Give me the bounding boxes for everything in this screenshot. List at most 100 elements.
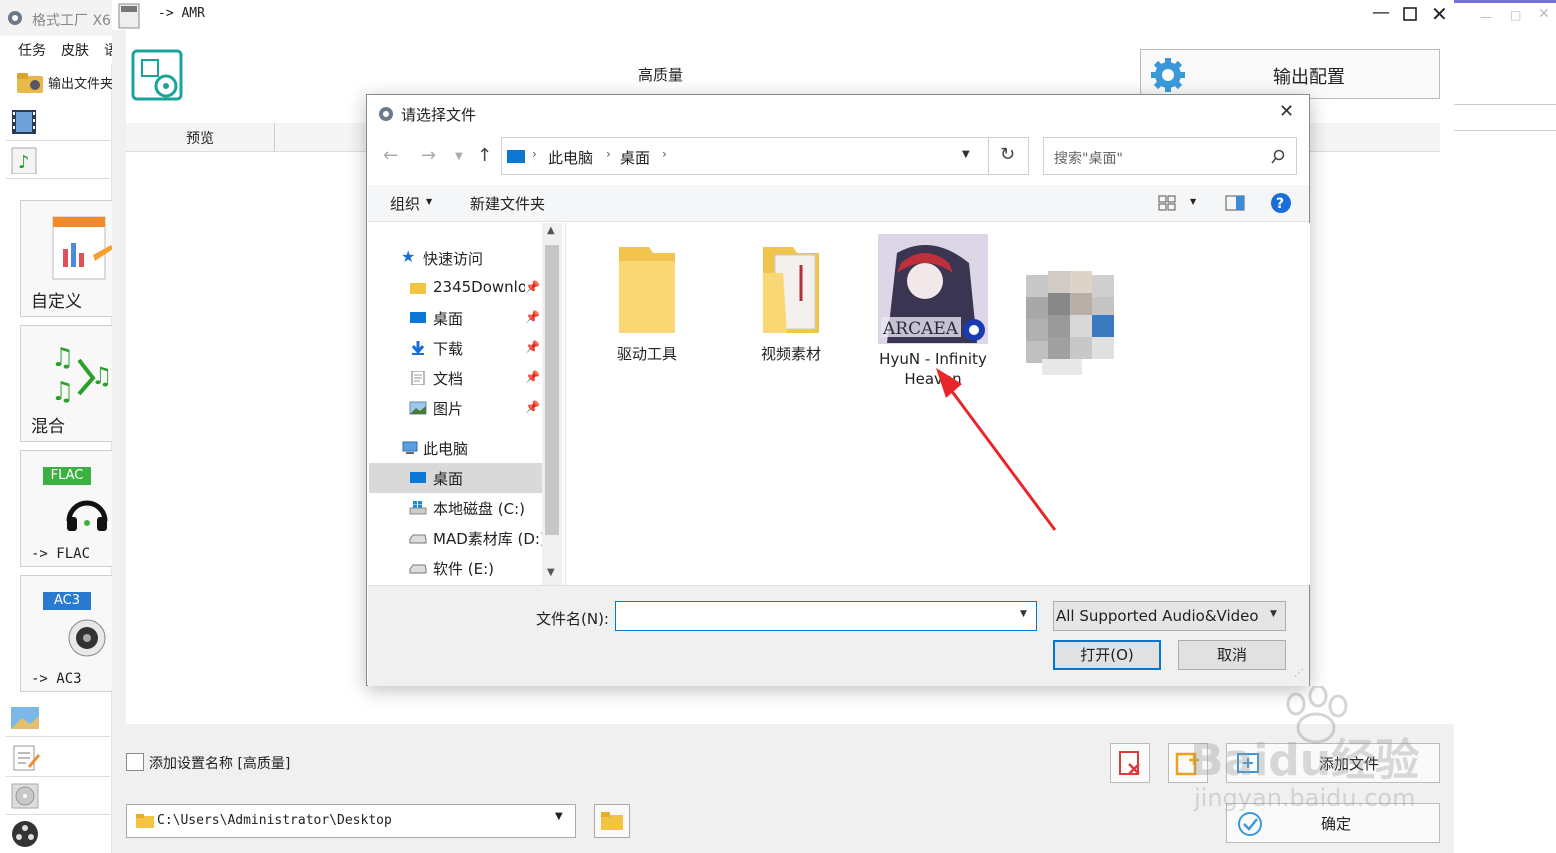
dialog-close-button[interactable]: ✕	[1279, 101, 1294, 122]
document-icon	[411, 371, 425, 385]
tile-ac3[interactable]: AC3 -> AC3	[20, 575, 114, 692]
nav-item-drive-d[interactable]: MAD素材库 (D:)	[369, 523, 543, 553]
scrollbar-thumb[interactable]	[545, 245, 559, 535]
chevron-down-icon[interactable]: ▼	[1020, 609, 1027, 619]
category-audio[interactable]: ♪	[6, 142, 110, 179]
ok-label: 确定	[1321, 815, 1352, 833]
output-config-button[interactable]: 输出配置	[1140, 49, 1440, 99]
category-video[interactable]	[6, 104, 110, 141]
nav-label: 2345Downloads	[433, 278, 525, 296]
nav-label: 文档	[433, 370, 464, 388]
output-folder-label: 输出文件夹	[48, 77, 114, 92]
file-item-video[interactable]: ARCAEA HyuN - Infinity Heaven	[868, 233, 998, 389]
pin-icon: 📌	[525, 370, 540, 384]
nav-label: 图片	[433, 400, 464, 418]
blurred-thumbnail-icon	[1026, 271, 1114, 375]
organize-menu[interactable]: 组织	[390, 193, 420, 214]
view-mode-icon[interactable]	[1158, 195, 1176, 211]
close-button[interactable]: ✕	[1431, 2, 1448, 26]
main-app-titlebar: 格式工厂 X6	[0, 0, 112, 36]
category-document[interactable]	[6, 740, 110, 777]
breadcrumb-separator-icon: ›	[606, 147, 611, 161]
background-close-icon: ✕	[1538, 6, 1550, 22]
tile-mix[interactable]: ♫ ♫ ♫ 混合	[20, 325, 114, 442]
pin-icon: 📌	[525, 310, 540, 324]
star-icon: ★	[401, 247, 416, 266]
breadcrumb-this-pc[interactable]: 此电脑	[548, 147, 593, 168]
file-item-blurred[interactable]	[1012, 271, 1136, 385]
help-icon[interactable]: ?	[1270, 192, 1292, 214]
nav-label: 快速访问	[423, 250, 484, 268]
nav-label: 此电脑	[423, 440, 469, 458]
file-name: 驱动工具	[616, 345, 677, 363]
nav-item-documents[interactable]: 文档 📌	[369, 363, 542, 393]
menu-item-task[interactable]: 任务	[18, 40, 46, 60]
back-arrow-icon[interactable]: ←	[383, 145, 398, 166]
refresh-button[interactable]: ↻	[989, 137, 1029, 175]
minimize-button[interactable]: —	[1372, 2, 1390, 23]
refresh-icon: ↻	[1000, 144, 1016, 165]
search-box[interactable]: 搜索"桌面"	[1043, 137, 1297, 175]
search-placeholder: 搜索"桌面"	[1054, 151, 1123, 167]
svg-text:?: ?	[1276, 196, 1284, 212]
file-type-filter[interactable]: All Supported Audio&Video ▼	[1053, 601, 1286, 631]
film-reel-icon	[12, 821, 38, 847]
tile-label: -> FLAC	[31, 546, 91, 562]
up-arrow-icon[interactable]: ↑	[477, 145, 492, 166]
address-dropdown-icon[interactable]: ▼	[962, 149, 970, 160]
tile-custom[interactable]: 自定义	[20, 200, 114, 317]
tile-flac[interactable]: FLAC -> FLAC	[20, 450, 114, 567]
nav-item-drive-c[interactable]: 本地磁盘 (C:)	[369, 493, 542, 523]
nav-label: 软件 (E:)	[433, 560, 495, 578]
computer-icon	[402, 441, 418, 454]
output-path-value: C:\Users\Administrator\Desktop	[157, 813, 392, 828]
menu-item-skin[interactable]: 皮肤	[61, 40, 89, 60]
breadcrumb-desktop[interactable]: 桌面	[620, 147, 650, 168]
nav-this-pc[interactable]: 此电脑	[369, 433, 542, 463]
file-list: 驱动工具 视频素材 ARCAEA HyuN - Infinity Heaven	[565, 223, 1310, 585]
nav-item-pictures[interactable]: 图片 📌	[369, 393, 542, 423]
nav-scrollbar[interactable]: ▲ ▼	[542, 223, 562, 585]
cancel-button[interactable]: 取消	[1178, 640, 1286, 670]
address-bar[interactable]: › 此电脑 › 桌面 › ▼	[501, 137, 989, 175]
nav-item-desktop[interactable]: 桌面 📌	[369, 303, 542, 333]
scroll-up-icon[interactable]: ▲	[547, 225, 555, 236]
desktop-icon	[410, 312, 426, 323]
watermark-url: jingyan.baidu.com	[1194, 784, 1416, 812]
browse-folder-button[interactable]	[594, 804, 630, 838]
output-folder-button[interactable]: 输出文件夹	[14, 70, 114, 94]
desktop-icon	[507, 150, 525, 163]
category-image[interactable]	[6, 700, 110, 737]
recent-locations-chevron-icon[interactable]: ▼	[455, 151, 463, 162]
category-tools[interactable]	[6, 816, 110, 852]
file-item-folder[interactable]: 视频素材	[726, 241, 856, 364]
open-button[interactable]: 打开(O)	[1053, 640, 1161, 670]
filename-input[interactable]: ▼	[615, 601, 1037, 631]
new-folder-button[interactable]: 新建文件夹	[470, 193, 545, 214]
file-name: HyuN - Infinity Heaven	[879, 350, 987, 388]
resize-grip-icon[interactable]: ⋰	[1294, 668, 1304, 679]
search-icon	[1271, 149, 1285, 164]
nav-label: 桌面	[433, 470, 464, 488]
nav-item-pc-desktop[interactable]: 桌面	[369, 463, 542, 493]
nav-item-downloads[interactable]: 下载 📌	[369, 333, 542, 363]
category-rom[interactable]	[6, 778, 110, 815]
output-path-select[interactable]: C:\Users\Administrator\Desktop ▼	[126, 804, 576, 838]
amr-titlebar: -> AMR — ✕	[112, 0, 1454, 30]
svg-text:♫: ♫	[51, 377, 74, 407]
remove-file-button[interactable]	[1110, 743, 1150, 783]
view-options-chevron-icon[interactable]: ▼	[1190, 197, 1196, 206]
background-minimize-icon: —	[1480, 10, 1492, 24]
scroll-down-icon[interactable]: ▼	[547, 567, 555, 578]
preview-pane-icon[interactable]	[1225, 195, 1245, 211]
nav-item-drive-e[interactable]: 软件 (E:)	[369, 553, 542, 583]
tab-preview[interactable]: 预览	[126, 123, 275, 151]
nav-item-2345downloads[interactable]: 2345Downloads 📌	[369, 273, 542, 303]
file-item-folder[interactable]: 驱动工具	[582, 241, 712, 364]
menu-item-language[interactable]: 语	[104, 40, 112, 60]
add-setting-name-checkbox[interactable]	[126, 753, 144, 771]
nav-quick-access[interactable]: ★ 快速访问	[369, 243, 542, 273]
maximize-button[interactable]	[1402, 6, 1418, 22]
document-icon	[13, 745, 40, 771]
forward-arrow-icon[interactable]: →	[421, 145, 436, 166]
